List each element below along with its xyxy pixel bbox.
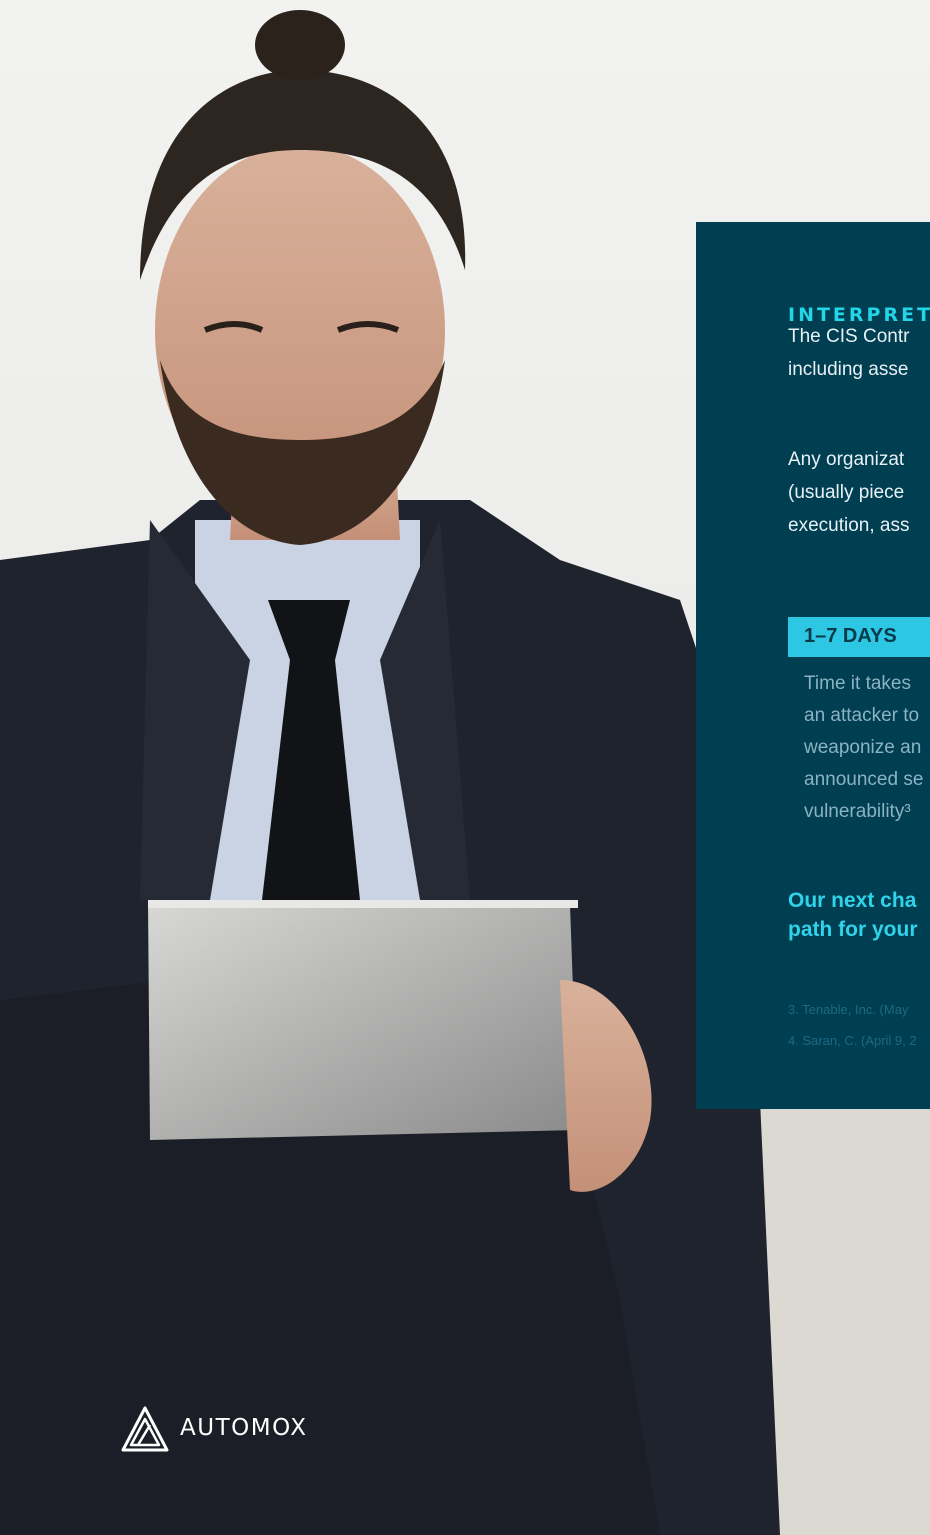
callout-text: Our next cha path for your	[788, 886, 918, 944]
automox-logo-icon	[121, 1406, 169, 1452]
stat-line: Time it takes	[804, 673, 911, 694]
info-panel: INTERPRET The CIS Contr including asse A…	[696, 222, 930, 1109]
stat-label: 1–7 DAYS	[804, 625, 897, 647]
logo-wordmark: AUTOMOX	[180, 1415, 308, 1441]
callout-line: Our next cha	[788, 889, 917, 912]
paragraph-line: execution, ass	[788, 515, 910, 536]
stat-description: Time it takes an attacker to weaponize a…	[804, 668, 923, 828]
paragraph-line: The CIS Contr	[788, 326, 910, 347]
stat-line: announced se	[804, 769, 924, 790]
stat-line: vulnerability³	[804, 801, 911, 822]
paragraph-organization: Any organizat (usually piece execution, …	[788, 443, 909, 542]
paragraph-line: Any organizat	[788, 449, 905, 470]
paragraph-line: including asse	[788, 359, 909, 380]
paragraph-cis-controls: The CIS Contr including asse	[788, 320, 909, 386]
footnote: 3. Tenable, Inc. (May	[788, 1002, 909, 1017]
paragraph-line: (usually piece	[788, 482, 905, 503]
footnote: 4. Saran, C. (April 9, 2	[788, 1033, 917, 1048]
footnotes: 3. Tenable, Inc. (May 4. Saran, C. (Apri…	[788, 994, 917, 1056]
stat-line: weaponize an	[804, 737, 922, 758]
stat-line: an attacker to	[804, 705, 920, 726]
callout-line: path for your	[788, 918, 918, 941]
stat-badge: 1–7 DAYS	[788, 617, 930, 657]
